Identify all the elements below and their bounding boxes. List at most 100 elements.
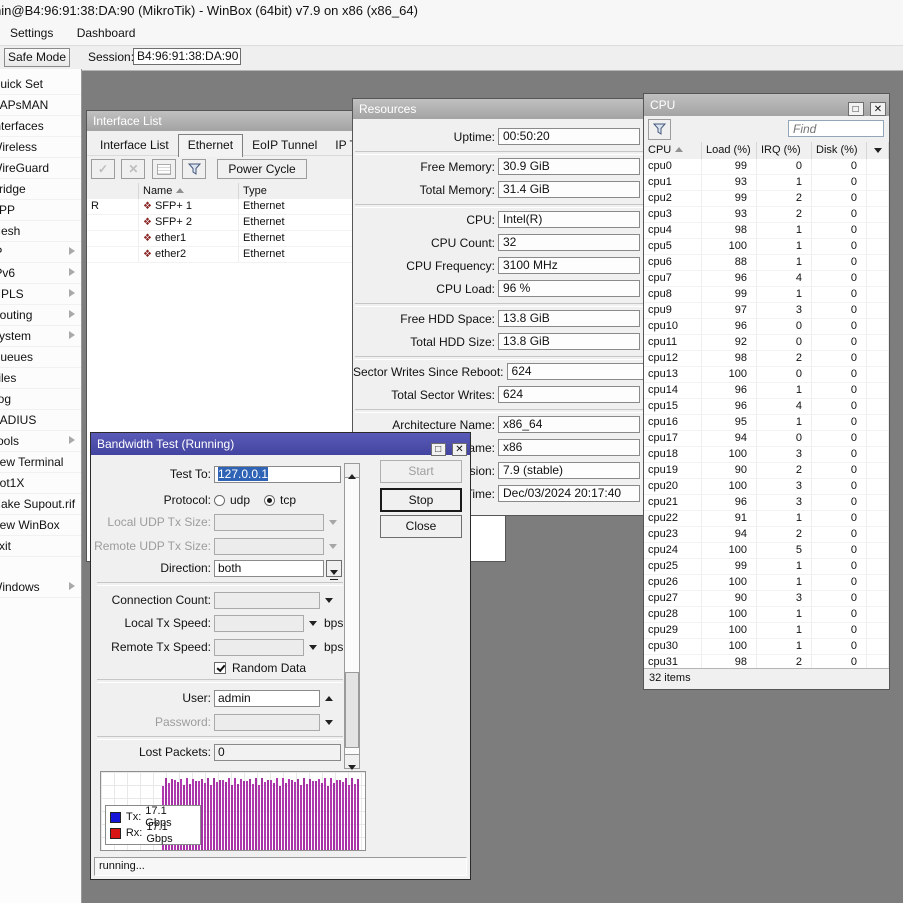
direction-select[interactable]: both [214, 560, 324, 577]
table-row[interactable]: cpu89910 [644, 287, 889, 303]
protocol-udp-radio[interactable] [214, 495, 225, 506]
sidebar-item-radius[interactable]: RADIUS [0, 410, 81, 431]
table-row[interactable]: cpu159640 [644, 399, 889, 415]
user-input[interactable]: admin [214, 690, 320, 707]
tab-interface-list[interactable]: Interface List [91, 135, 178, 156]
sidebar-item-capsman[interactable]: CAPsMAN [0, 95, 81, 116]
enable-button[interactable]: ✓ [91, 159, 115, 179]
tab-eoip-tunnel[interactable]: EoIP Tunnel [243, 135, 326, 156]
table-row[interactable]: cpu149610 [644, 383, 889, 399]
cpu-filter-button[interactable] [648, 119, 671, 140]
chevron-down-icon[interactable] [325, 598, 333, 603]
local-tx-speed-input[interactable] [214, 615, 304, 632]
table-row[interactable]: cpu1810030 [644, 447, 889, 463]
col-disk[interactable]: Disk (%) [812, 142, 867, 159]
sidebar-item-exit[interactable]: Exit [0, 536, 81, 557]
power-cycle-button[interactable]: Power Cycle [217, 159, 306, 179]
col-flags[interactable] [87, 183, 139, 199]
table-row[interactable]: cpu1310000 [644, 367, 889, 383]
close-button[interactable]: Close [380, 515, 462, 538]
maximize-button[interactable]: □ [848, 102, 864, 116]
sidebar-item-ipv6[interactable]: IPv6 [0, 263, 81, 284]
table-row[interactable]: cpu29920 [644, 191, 889, 207]
sidebar-item-log[interactable]: Log [0, 389, 81, 410]
table-row[interactable]: cpu279030 [644, 591, 889, 607]
protocol-tcp-radio[interactable] [264, 495, 275, 506]
table-row[interactable]: cpu99730 [644, 303, 889, 319]
sidebar-item-queues[interactable]: Queues [0, 347, 81, 368]
column-menu-button[interactable] [867, 142, 889, 159]
sidebar-item-dot1x[interactable]: Dot1X [0, 473, 81, 494]
sidebar-item-system[interactable]: System [0, 326, 81, 347]
sidebar-item-interfaces[interactable]: Interfaces [0, 116, 81, 137]
test-to-input[interactable]: 127.0.0.1 [214, 466, 341, 483]
scroll-down-button[interactable] [345, 754, 359, 768]
chevron-down-icon[interactable] [309, 645, 317, 650]
password-input[interactable] [214, 714, 320, 731]
col-irq[interactable]: IRQ (%) [757, 142, 812, 159]
table-row[interactable]: cpu229110 [644, 511, 889, 527]
menu-dashboard[interactable]: Dashboard [67, 22, 146, 45]
table-row[interactable]: cpu19310 [644, 175, 889, 191]
scroll-up-button[interactable] [345, 464, 359, 478]
table-row[interactable]: cpu49810 [644, 223, 889, 239]
table-row[interactable]: cpu2810010 [644, 607, 889, 623]
table-row[interactable]: cpu109600 [644, 319, 889, 335]
protocol-udp-label[interactable]: udp [230, 493, 250, 507]
table-row[interactable]: cpu119200 [644, 335, 889, 351]
remote-tx-speed-input[interactable] [214, 639, 304, 656]
resources-titlebar[interactable]: Resources [353, 99, 651, 119]
cpu-titlebar[interactable]: CPU □ ✕ [644, 94, 889, 116]
scrollbar-thumb[interactable] [345, 672, 359, 748]
comment-button[interactable] [152, 159, 176, 179]
table-row[interactable]: cpu39320 [644, 207, 889, 223]
sidebar-item-wireless[interactable]: Wireless [0, 137, 81, 158]
table-row[interactable]: cpu09900 [644, 159, 889, 175]
direction-dropdown-button[interactable] [326, 560, 342, 577]
bandwidth-titlebar[interactable]: Bandwidth Test (Running) □ ✕ [91, 433, 470, 455]
col-load[interactable]: Load (%) [702, 142, 757, 159]
table-row[interactable]: cpu2010030 [644, 479, 889, 495]
table-row[interactable]: cpu319820 [644, 655, 889, 669]
sidebar-item-windows[interactable]: Windows [0, 577, 81, 598]
menu-settings[interactable]: Settings [0, 22, 63, 45]
session-input[interactable]: B4:96:91:38:DA:90 [133, 48, 241, 65]
table-row[interactable]: cpu2910010 [644, 623, 889, 639]
table-row[interactable]: cpu129820 [644, 351, 889, 367]
sidebar-item-make-supout-rif[interactable]: Make Supout.rif [0, 494, 81, 515]
col-cpu[interactable]: CPU [644, 142, 702, 159]
chevron-down-icon[interactable] [309, 621, 317, 626]
sidebar-item-mesh[interactable]: Mesh [0, 221, 81, 242]
sidebar-item-mpls[interactable]: MPLS [0, 284, 81, 305]
sidebar-item-routing[interactable]: Routing [0, 305, 81, 326]
table-row[interactable]: cpu79640 [644, 271, 889, 287]
sidebar-item-tools[interactable]: Tools [0, 431, 81, 452]
connection-count-input[interactable] [214, 592, 320, 609]
sidebar-item-wireguard[interactable]: WireGuard [0, 158, 81, 179]
start-button[interactable]: Start [380, 460, 462, 483]
table-row[interactable]: cpu259910 [644, 559, 889, 575]
form-scrollbar[interactable] [344, 463, 360, 769]
protocol-tcp-label[interactable]: tcp [280, 493, 296, 507]
table-row[interactable]: cpu239420 [644, 527, 889, 543]
table-row[interactable]: cpu219630 [644, 495, 889, 511]
chevron-down-icon[interactable] [325, 720, 333, 725]
sidebar-item-new-terminal[interactable]: New Terminal [0, 452, 81, 473]
col-name[interactable]: Name [139, 183, 239, 199]
table-row[interactable]: cpu169510 [644, 415, 889, 431]
collapse-up-icon[interactable] [325, 696, 333, 701]
close-button[interactable]: ✕ [870, 102, 886, 116]
table-row[interactable]: cpu3010010 [644, 639, 889, 655]
table-row[interactable]: cpu510010 [644, 239, 889, 255]
random-data-checkbox[interactable] [214, 662, 226, 674]
sidebar-item-new-winbox[interactable]: New WinBox [0, 515, 81, 536]
table-row[interactable]: cpu179400 [644, 431, 889, 447]
table-row[interactable]: cpu68810 [644, 255, 889, 271]
filter-button[interactable] [182, 159, 206, 179]
safe-mode-button[interactable]: Safe Mode [4, 48, 70, 67]
sidebar-item-ip[interactable]: IP [0, 242, 81, 263]
tab-ethernet[interactable]: Ethernet [178, 134, 243, 157]
stop-button[interactable]: Stop [380, 488, 462, 512]
sidebar-item-files[interactable]: Files [0, 368, 81, 389]
sidebar-item-ppp[interactable]: PPP [0, 200, 81, 221]
